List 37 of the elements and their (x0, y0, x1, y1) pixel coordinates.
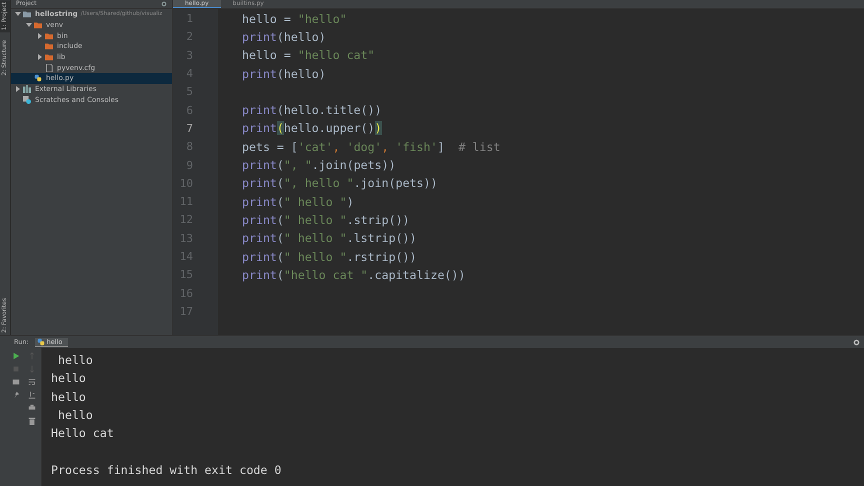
code-line: hello = "hello" (242, 12, 347, 26)
file-icon (45, 64, 53, 72)
line-number: 7 (185, 122, 193, 135)
python-file-icon (36, 338, 45, 346)
print-icon[interactable] (28, 404, 36, 412)
layout-icon[interactable] (12, 378, 20, 386)
code-line: print(" hello ".lstrip()) (242, 231, 417, 246)
code-line: print(", hello ".join(pets)) (242, 176, 438, 190)
code-line: pets = ['cat', 'dog', 'fish'] # list (242, 140, 500, 154)
code-line: print(hello.title()) (242, 103, 382, 118)
gear-icon[interactable] (161, 1, 167, 7)
python-file-icon (34, 74, 42, 82)
code-line: print(hello) (242, 30, 326, 44)
console-output: hello (51, 390, 86, 404)
wrap-icon[interactable] (28, 378, 36, 386)
console-output: hello (51, 371, 86, 386)
settings-icon[interactable] (853, 338, 860, 346)
code-line: print(hello.upper()) (242, 121, 382, 136)
expand-arrow-icon[interactable] (37, 54, 43, 60)
library-icon (23, 85, 31, 94)
console-output: Process finished with exit code 0 (51, 462, 282, 477)
code-line: print(hello) (242, 66, 326, 81)
code-line: print(" hello ".rstrip()) (242, 250, 417, 264)
pin-icon[interactable] (12, 391, 20, 399)
code-line: print(", ".join(pets)) (242, 158, 396, 172)
sort-icon[interactable] (28, 391, 36, 399)
code-line: hello = "hello cat" (242, 48, 375, 62)
code-line: print("hello cat ".capitalize()) (242, 268, 466, 282)
scratch-icon (23, 96, 31, 104)
code-line: print(" hello ") (242, 194, 354, 209)
console-output: hello (56, 408, 93, 422)
console-output: hello (56, 353, 93, 368)
trash-icon[interactable] (28, 417, 36, 425)
console-output: Hello cat (51, 426, 114, 440)
code-line: print(" hello ".strip()) (242, 212, 410, 227)
expand-arrow-icon[interactable] (15, 86, 21, 92)
run-icon[interactable] (12, 352, 20, 360)
